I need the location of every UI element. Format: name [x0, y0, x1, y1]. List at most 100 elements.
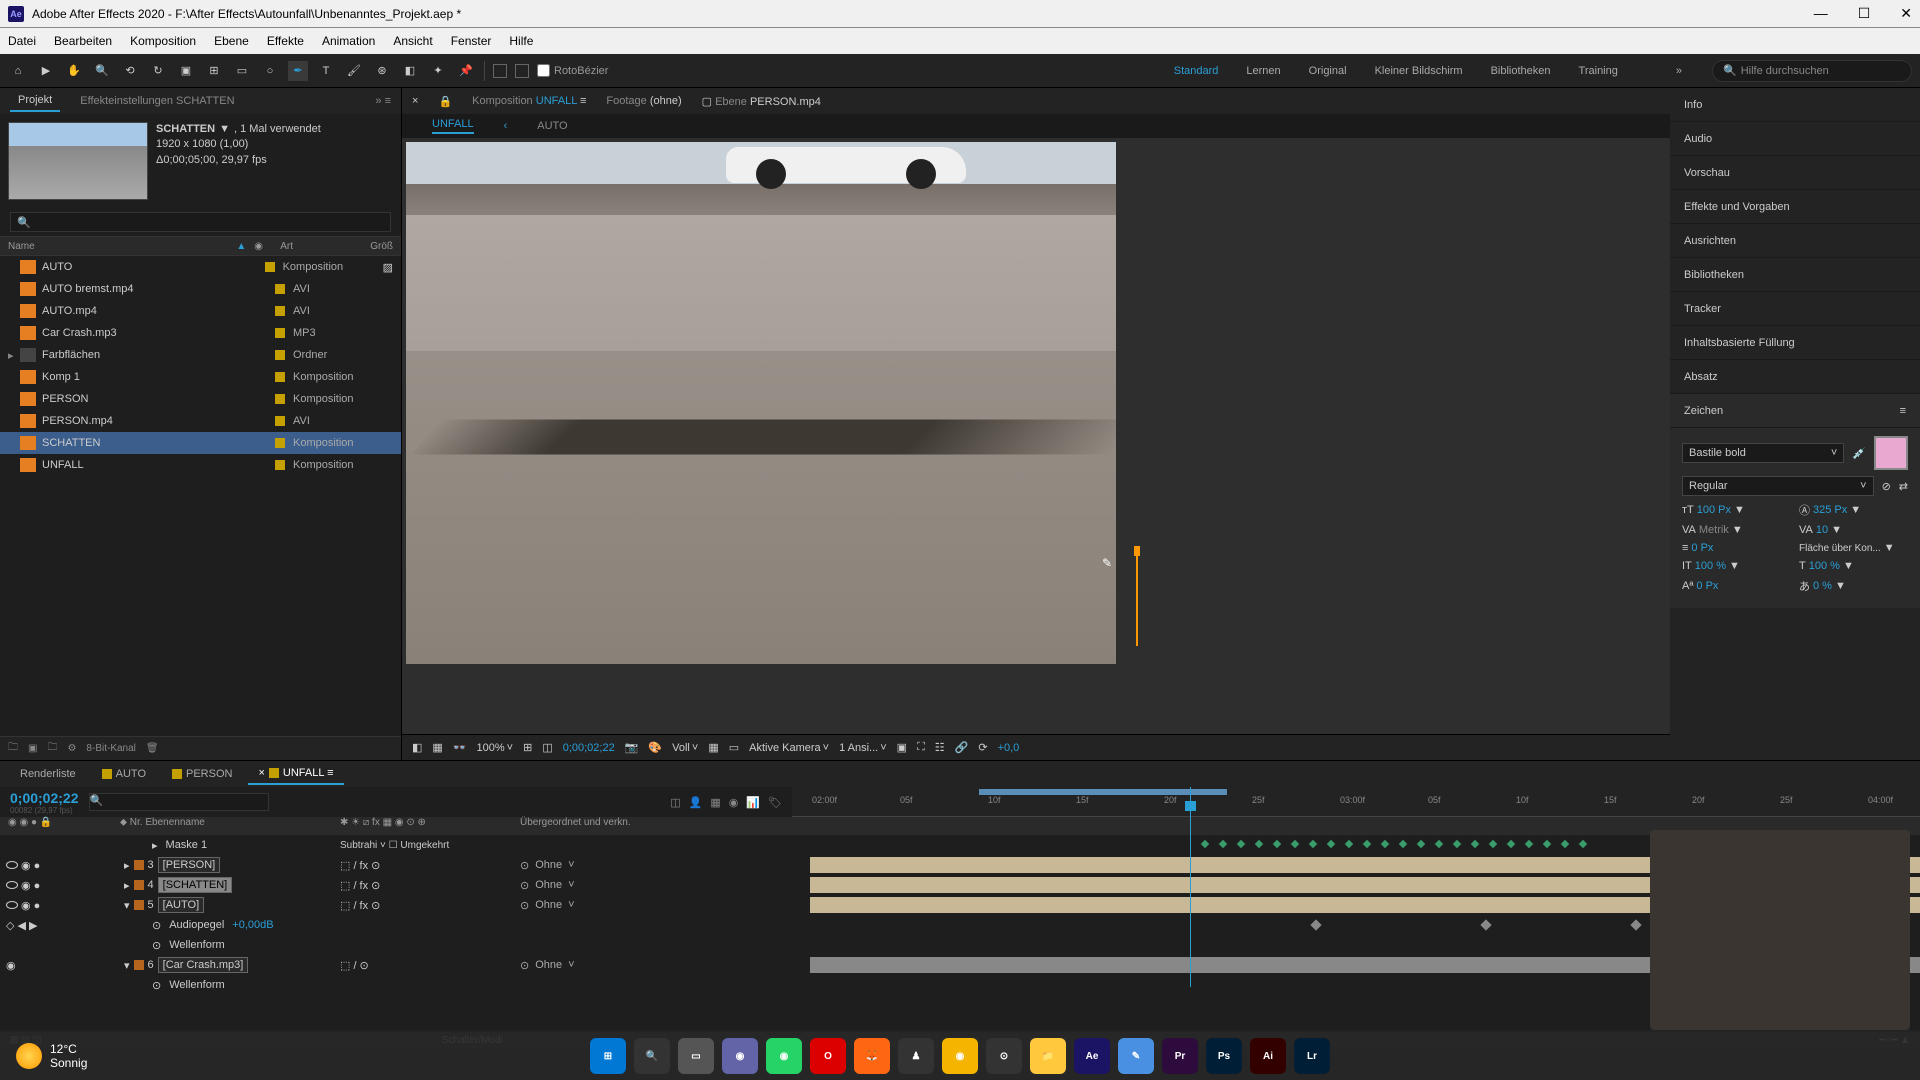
type-column[interactable]: Art [270, 241, 370, 252]
time-ruler[interactable]: 02:00f05f10f15f20f25f03:00f05f10f15f20f2… [792, 787, 1920, 817]
resolution-dropdown[interactable]: Voll ˅ [672, 742, 698, 754]
project-item[interactable]: AUTO.mp4AVI [0, 300, 401, 322]
pan-behind-tool[interactable]: ⊞ [204, 61, 224, 81]
taskbar-app[interactable]: Ai [1250, 1038, 1286, 1074]
fill-over-dropdown[interactable]: Fläche über Kon... [1799, 543, 1881, 554]
zoom-dropdown[interactable]: 100% ˅ [477, 742, 514, 754]
label-column[interactable]: ◉ [254, 241, 270, 252]
bit-depth[interactable]: 8-Bit-Kanal [86, 743, 135, 754]
clone-tool[interactable]: ⊛ [372, 61, 392, 81]
layer-rows[interactable]: ▸ Maske 1Subtrahi ˅ ☐ Umgekehrt ◉ ●▸ 3 [… [0, 835, 1920, 1030]
home-tool[interactable]: ⌂ [8, 61, 28, 81]
taskbar-app[interactable]: 📁 [1030, 1038, 1066, 1074]
workspace-standard[interactable]: Standard [1174, 65, 1219, 77]
name-column[interactable]: Name [8, 241, 236, 252]
taskbar-app[interactable]: ⊞ [590, 1038, 626, 1074]
timeline-icon[interactable]: ☷ [935, 741, 945, 754]
menu-ansicht[interactable]: Ansicht [393, 34, 432, 48]
snapshot-icon[interactable]: 📷 [625, 741, 639, 754]
weather-widget[interactable]: 12°CSonnig [16, 1042, 87, 1070]
color-icon[interactable]: 🎨 [648, 741, 662, 754]
new-comp-icon[interactable]: ▣ [28, 743, 37, 754]
timeline-tab-auto[interactable]: AUTO [92, 764, 156, 784]
workspace-kleiner bildschirm[interactable]: Kleiner Bildschirm [1375, 65, 1463, 77]
project-item[interactable]: AUTOKomposition▨ [0, 256, 401, 278]
size-column[interactable]: Größ [370, 241, 393, 252]
type-tool[interactable]: T [316, 61, 336, 81]
menu-hilfe[interactable]: Hilfe [509, 34, 533, 48]
menu-effekte[interactable]: Effekte [267, 34, 304, 48]
timeline-tab-unfall[interactable]: × UNFALL ≡ [248, 763, 343, 785]
subtab-auto[interactable]: AUTO [537, 120, 567, 132]
taskbar-app[interactable]: ⊙ [986, 1038, 1022, 1074]
workspace-original[interactable]: Original [1309, 65, 1347, 77]
camera-dropdown[interactable]: Aktive Kamera ˅ [749, 742, 829, 754]
vscale-value[interactable]: 100 % [1695, 560, 1726, 572]
stroke-swatch[interactable] [515, 64, 529, 78]
taskbar-app[interactable]: ✎ [1118, 1038, 1154, 1074]
subtab-unfall[interactable]: UNFALL [432, 118, 474, 134]
taskbar-app[interactable]: Ae [1074, 1038, 1110, 1074]
more-workspaces[interactable]: » [1676, 65, 1682, 77]
taskbar-app[interactable]: 🦊 [854, 1038, 890, 1074]
mask-icon[interactable]: 👓 [453, 741, 467, 754]
font-style-dropdown[interactable]: Regular˅ [1682, 476, 1874, 496]
viewer-timecode[interactable]: 0;00;02;22 [563, 742, 615, 754]
taskbar-app[interactable]: ▭ [678, 1038, 714, 1074]
project-item[interactable]: Komp 1Komposition [0, 366, 401, 388]
marker-icon[interactable]: 🏷 [768, 796, 782, 809]
new-folder-icon[interactable]: 🗀 [47, 740, 57, 757]
layer-row[interactable]: ◉▾ 6 [Car Crash.mp3]⬚ / ⊙⊙ Ohne ˅ [0, 955, 1920, 975]
font-family-dropdown[interactable]: Bastile bold˅ [1682, 443, 1844, 463]
project-item[interactable]: ▸FarbflächenOrdner [0, 344, 401, 366]
panel-absatz[interactable]: Absatz [1670, 360, 1920, 394]
workspace-bibliotheken[interactable]: Bibliotheken [1491, 65, 1551, 77]
layer-row[interactable]: ◉ ●▸ 3 [PERSON]⬚ / fx ⊙⊙ Ohne ˅ [0, 855, 1920, 875]
no-fill-icon[interactable]: ⊘ [1882, 480, 1891, 493]
taskbar-app[interactable]: ◉ [942, 1038, 978, 1074]
taskbar-app[interactable]: Lr [1294, 1038, 1330, 1074]
layer-value[interactable]: PERSON.mp4 [750, 96, 821, 108]
workspace-training[interactable]: Training [1579, 65, 1618, 77]
kerning-value[interactable]: Metrik [1699, 524, 1729, 536]
roto-tool[interactable]: ✦ [428, 61, 448, 81]
menu-datei[interactable]: Datei [8, 34, 36, 48]
selection-tool[interactable]: ▶ [36, 61, 56, 81]
pen-tool[interactable]: ✒ [288, 61, 308, 81]
fill-swatch[interactable] [493, 64, 507, 78]
baseline-value[interactable]: 0 Px [1696, 580, 1718, 592]
shy-icon[interactable]: 👤 [689, 796, 703, 809]
comp-mini-icon[interactable]: ◫ [670, 796, 680, 809]
views-dropdown[interactable]: 1 Ansi... ˅ [839, 742, 887, 754]
panel-bibliotheken[interactable]: Bibliotheken [1670, 258, 1920, 292]
rect-tool[interactable]: ▭ [232, 61, 252, 81]
puppet-tool[interactable]: 📌 [456, 61, 476, 81]
taskbar-app[interactable]: 🔍 [634, 1038, 670, 1074]
help-search[interactable]: 🔍 Hilfe durchsuchen [1712, 60, 1912, 82]
swap-icon[interactable]: ⇄ [1899, 480, 1908, 493]
panel-tracker[interactable]: Tracker [1670, 292, 1920, 326]
footage-value[interactable]: (ohne) [650, 95, 682, 107]
stroke-width-value[interactable]: 0 Px [1691, 542, 1713, 554]
leading-value[interactable]: 325 Px [1813, 504, 1847, 516]
ruler-icon[interactable]: ⊞ [523, 741, 532, 754]
lock-icon[interactable]: 🔒 [438, 95, 452, 108]
menu-bearbeiten[interactable]: Bearbeiten [54, 34, 112, 48]
panel-effekte-und-vorgaben[interactable]: Effekte und Vorgaben [1670, 190, 1920, 224]
close-tab-icon[interactable]: × [412, 95, 418, 107]
panel-ausrichten[interactable]: Ausrichten [1670, 224, 1920, 258]
project-item[interactable]: UNFALLKomposition [0, 454, 401, 476]
sort-icon[interactable]: ▲ [236, 241, 246, 252]
hscale-value[interactable]: 100 % [1809, 560, 1840, 572]
layer-row[interactable]: ◉ ●▸ 4 [SCHATTEN]⬚ / fx ⊙⊙ Ohne ˅ [0, 875, 1920, 895]
trash-icon[interactable]: 🗑 [146, 743, 159, 754]
close-button[interactable]: ✕ [1900, 5, 1912, 22]
transparency-icon[interactable]: ▦ [708, 741, 718, 754]
project-item[interactable]: SCHATTENKomposition [0, 432, 401, 454]
orbit-tool[interactable]: ⟲ [120, 61, 140, 81]
hand-tool[interactable]: ✋ [64, 61, 84, 81]
reset-exposure-icon[interactable]: ⟳ [978, 741, 987, 754]
channel-icon[interactable]: ▦ [432, 741, 442, 754]
panel-inhaltsbasierte-füllung[interactable]: Inhaltsbasierte Füllung [1670, 326, 1920, 360]
brush-tool[interactable]: 🖌 [344, 61, 364, 81]
